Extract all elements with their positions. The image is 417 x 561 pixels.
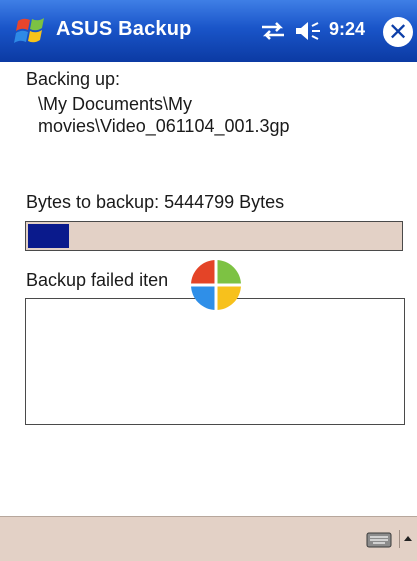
backup-failed-items-label: Backup failed iten [26, 270, 169, 290]
title-bar: ASUS Backup 9:24 ✕ [0, 0, 417, 62]
current-file-path: \My Documents\My movies\Video_061104_001… [38, 93, 398, 137]
clock[interactable]: 9:24 [329, 19, 365, 40]
progress-fill [28, 224, 70, 248]
backup-panel: Backing up: \My Documents\My movies\Vide… [0, 62, 417, 516]
sip-arrow-icon[interactable] [399, 530, 414, 548]
backup-progress-bar [25, 221, 403, 251]
backing-up-label: Backing up: [26, 69, 121, 89]
busy-wait-icon [191, 260, 241, 310]
windows-start-icon[interactable] [12, 11, 52, 51]
backup-failed-items-list[interactable] [25, 298, 405, 425]
bottom-menu-bar [0, 516, 417, 561]
file-path-line-1: \My Documents\My [38, 94, 193, 114]
bytes-to-backup-label: Bytes to backup: 5444799 Bytes [26, 192, 285, 212]
volume-icon[interactable] [293, 18, 323, 44]
app-title: ASUS Backup [56, 18, 192, 40]
sync-icon[interactable] [258, 20, 288, 42]
close-button[interactable]: ✕ [383, 17, 413, 47]
close-icon: ✕ [387, 18, 409, 46]
file-path-line-2: movies\Video_061104_001.3gp [38, 116, 290, 136]
keyboard-icon[interactable] [366, 531, 392, 549]
